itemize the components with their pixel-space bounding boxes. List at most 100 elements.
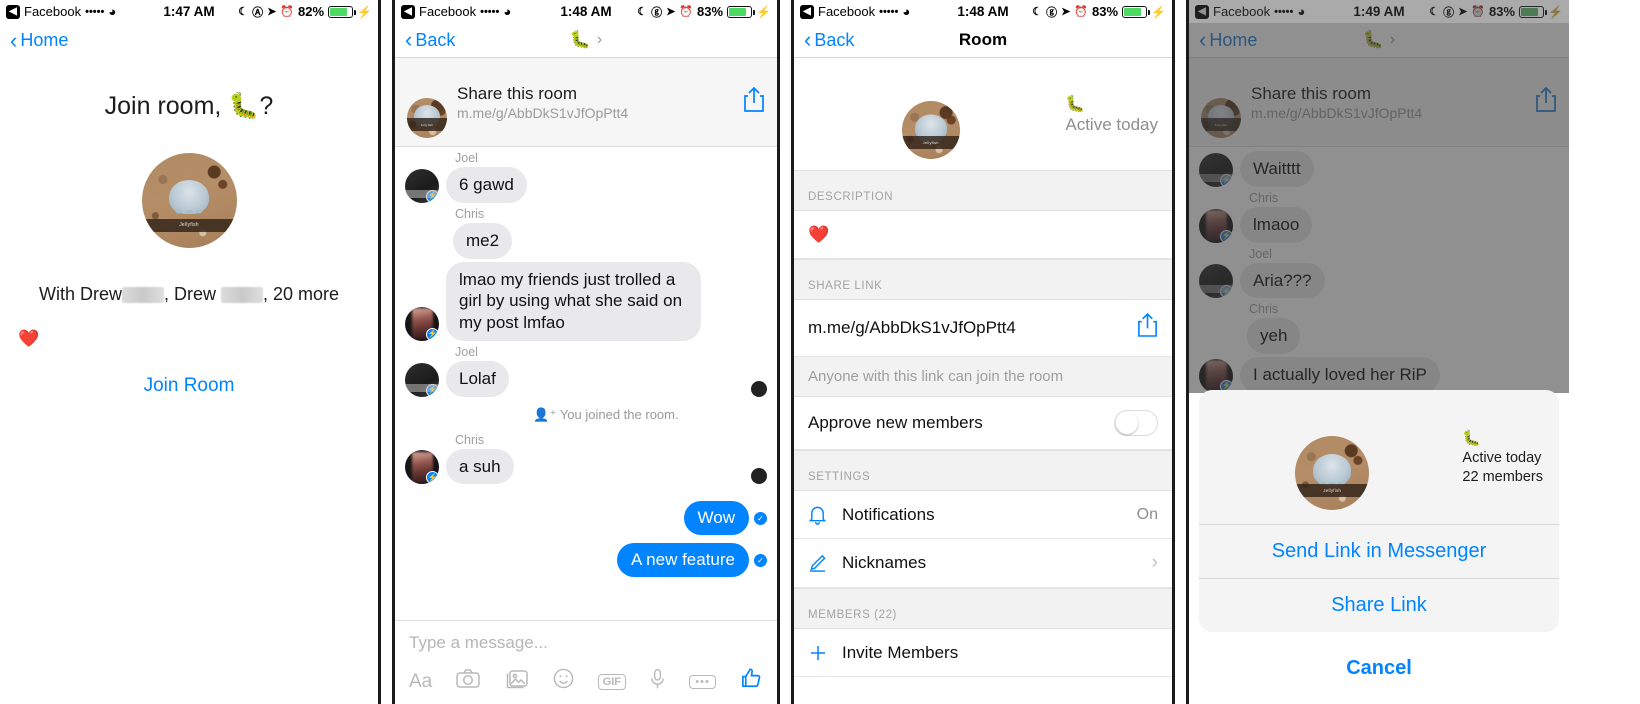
rotation-lock-icon: Ⓐ [252,6,264,19]
camera-icon[interactable] [456,669,481,694]
battery-icon [1122,5,1150,18]
wifi-icon: ◕ [503,4,512,19]
members-summary: With Drew , Drew , 20 more [0,284,378,305]
status-right: ☾ ⓖ ➤ ⏰ 83% ⚡ [637,4,771,20]
section-header-description: DESCRIPTION [794,170,1172,211]
modal-scrim[interactable] [1189,0,1569,393]
battery-icon [727,5,755,18]
mic-icon[interactable] [650,668,665,696]
settings-right: › [1152,552,1158,574]
avatar-caption-band: Jellyfish [407,118,447,132]
alarm-icon: ⏰ [679,6,694,18]
message-bubble[interactable]: lmao my friends just trolled a girl by u… [446,261,701,341]
signal-dots-icon: ••••• [879,5,899,18]
avatar[interactable]: ⚡ [405,450,439,485]
chevron-right-icon: › [1151,552,1158,573]
thumbs-up-icon[interactable] [740,667,763,696]
status-left: ◀ Facebook ••••• ◕ [401,4,511,19]
room-avatar[interactable]: Jellyfish [901,101,960,159]
status-bar: ◀ Facebook ••••• ◕ 1:48 AM ☾ ⓖ ➤ ⏰ 83% ⚡ [395,0,777,23]
room-avatar: Jellyfish [407,98,447,138]
share-icon[interactable] [1137,312,1158,343]
message-bubble-outgoing[interactable]: A new feature [617,543,749,578]
message-bubble[interactable]: Lolaf [446,360,509,397]
gallery-icon[interactable] [504,669,529,695]
back-button[interactable]: ‹ Back [405,29,455,51]
invite-members-row[interactable]: Invite Members [794,629,1172,677]
message-input[interactable]: Type a message... [409,631,763,667]
approve-toggle-wrap [1114,410,1158,436]
system-message-text: You joined the room. [559,406,679,422]
description-value: ❤️ [808,224,830,244]
room-avatar: Jellyfish [1295,436,1370,510]
redacted-name-2 [221,287,263,303]
panel-divider-2 [777,0,794,704]
outgoing-row: A new feature ✓ [395,540,777,578]
settings-right: On [1137,506,1158,524]
panel-share-sheet: ◀ Facebook ••••• ◕ 1:49 AM ☾ ⓖ ➤ ⏰ 83% ⚡ [1189,0,1569,704]
join-room-button[interactable]: Join Room [0,375,378,397]
avatar[interactable]: ⚡ [405,362,439,397]
share-banner-title: Share this room [457,83,577,103]
message-row: me2 [405,222,767,259]
panel-chat: ◀ Facebook ••••• ◕ 1:48 AM ☾ ⓖ ➤ ⏰ 83% ⚡… [395,0,777,704]
messenger-badge-icon: ⚡ [426,383,439,397]
share-icon[interactable] [743,86,765,118]
settings-row-nicknames[interactable]: Nicknames › [794,539,1172,588]
back-button-label: Home [20,30,69,50]
message-bubble[interactable]: me2 [453,222,513,259]
section-header-settings: SETTINGS [794,450,1172,491]
caterpillar-icon: 🐛 [569,30,591,49]
reader-avatar [751,468,767,485]
alarm-icon: ⏰ [280,6,295,18]
wifi-icon: ◕ [108,4,117,19]
avatar-caption-band: Jellyfish [1295,484,1370,498]
approve-new-members-row[interactable]: Approve new members [794,397,1172,450]
charging-icon: ⚡ [756,4,771,19]
carrier-label: Facebook [24,4,82,19]
message-bubble[interactable]: a suh [446,448,514,485]
status-right: ☾ Ⓐ ➤ ⏰ 82% ⚡ [238,4,372,20]
cancel-button[interactable]: Cancel [1199,641,1559,696]
more-icon[interactable]: ••• [689,674,716,689]
settings-label-nicknames: Nicknames [842,553,927,572]
share-link-button[interactable]: Share Link [1199,578,1559,632]
caterpillar-icon: 🐛 [1065,95,1086,113]
back-button[interactable]: ‹ Home [10,29,69,52]
message-bubble[interactable]: 6 gawd [446,167,527,203]
gif-icon[interactable]: GIF [597,673,627,690]
share-banner-text: Share this room m.me/g/AbbDkS1vJfOpPtt4 [457,84,733,121]
share-banner-link: m.me/g/AbbDkS1vJfOpPtt4 [457,104,629,121]
back-button[interactable]: ‹ Back [804,29,854,51]
share-link-row[interactable]: m.me/g/AbbDkS1vJfOpPtt4 [794,300,1172,357]
chevron-left-icon: ‹ [405,27,413,52]
section-header-members: MEMBERS (22) [794,588,1172,629]
share-this-room-banner[interactable]: Jellyfish Share this room m.me/g/AbbDkS1… [395,58,777,147]
message-list[interactable]: Joel ⚡ 6 gawd Chris me2 ⚡ lmao my friend… [395,147,777,578]
plus-icon [808,643,842,663]
share-sheet-card: Jellyfish 🐛 Active today 22 members Send… [1199,390,1559,632]
avatar[interactable]: ⚡ [405,168,439,203]
nav-bar: ‹ Home [0,23,378,58]
message-bubble-outgoing[interactable]: Wow [683,501,749,536]
send-link-in-messenger-button[interactable]: Send Link in Messenger [1199,524,1559,578]
back-to-facebook-icon[interactable]: ◀ [800,4,814,19]
room-avatar: Jellyfish [141,153,237,248]
back-to-facebook-icon[interactable]: ◀ [6,4,20,19]
screenshot-strip: ◀ Facebook ••••• ◕ 1:47 AM ☾ Ⓐ ➤ ⏰ 82% ⚡… [0,0,1640,704]
text-format-icon[interactable]: Aa [409,671,432,693]
caterpillar-icon: 🐛 [1462,430,1482,447]
panel-join-room: ◀ Facebook ••••• ◕ 1:47 AM ☾ Ⓐ ➤ ⏰ 82% ⚡… [0,0,378,704]
settings-row-notifications[interactable]: Notifications On [794,491,1172,539]
approve-new-members-toggle[interactable] [1114,410,1158,436]
status-left: ◀ Facebook ••••• ◕ [6,4,116,19]
description-row[interactable]: ❤️ [794,211,1172,259]
avatar[interactable]: ⚡ [405,306,439,341]
moon-icon: ☾ [637,6,648,18]
emoji-icon[interactable] [553,668,574,695]
section-header-share-link: SHARE LINK [794,259,1172,300]
seen-check-icon: ✓ [754,511,767,525]
charging-icon: ⚡ [1151,4,1166,19]
back-to-facebook-icon[interactable]: ◀ [401,4,415,19]
seen-check-icon: ✓ [754,553,767,567]
